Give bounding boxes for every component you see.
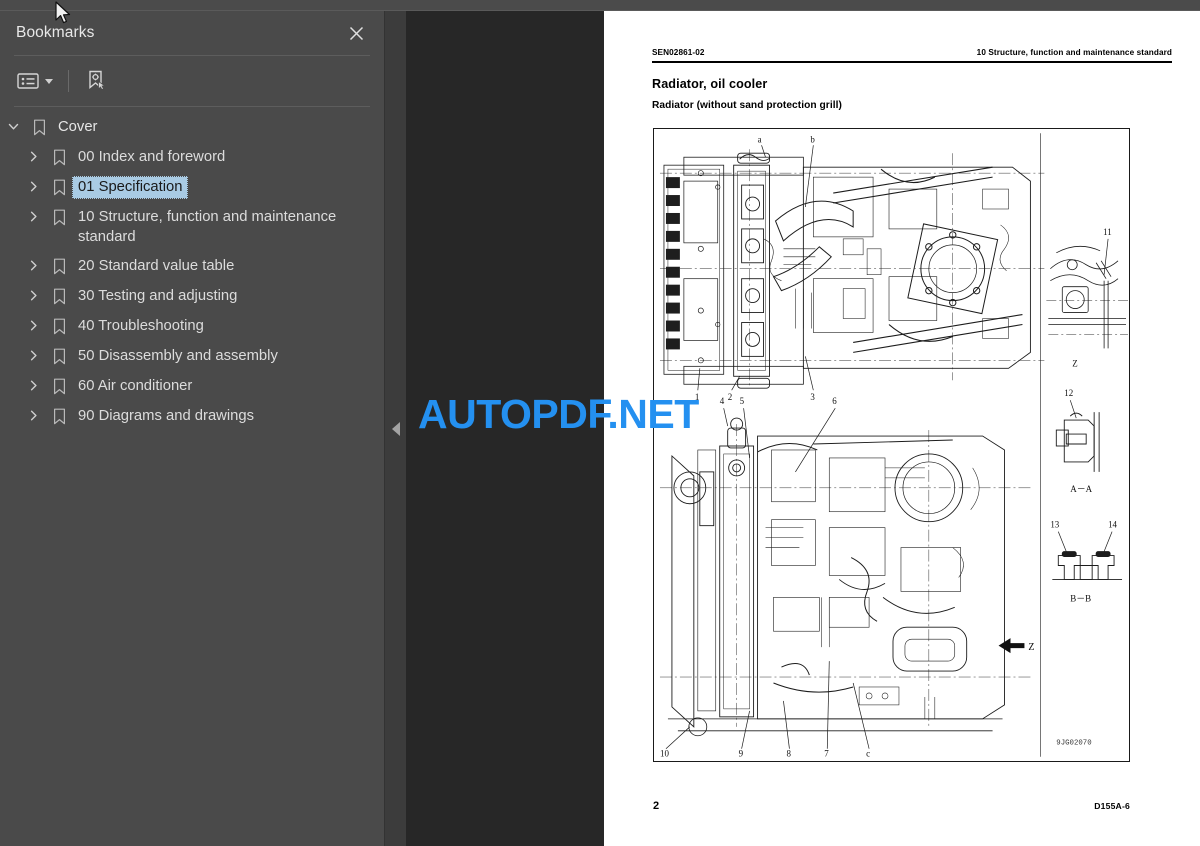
bookmark-item[interactable]: 90 Diagrams and drawings	[0, 402, 384, 432]
svg-text:2: 2	[728, 392, 732, 402]
svg-text:B－B: B－B	[1070, 593, 1091, 603]
bookmarks-panel: Bookmarks Cover 00 Index and foreword 01…	[0, 11, 384, 846]
header-rule	[652, 61, 1172, 63]
bookmark-settings-icon	[89, 70, 106, 91]
svg-text:4: 4	[720, 396, 725, 406]
svg-text:9: 9	[739, 749, 744, 759]
technical-figure: a b 1 2 3 11 Z 12 A－A 13 14 B－B 4 5 6 10…	[653, 128, 1130, 762]
bookmark-item[interactable]: 10 Structure, function and maintenance s…	[0, 203, 384, 252]
chevron-right-icon[interactable]	[20, 206, 46, 223]
toolbar-separator	[68, 70, 69, 92]
chevron-right-icon[interactable]	[20, 345, 46, 362]
bookmark-label: Cover	[58, 119, 98, 135]
svg-text:c: c	[866, 749, 870, 759]
svg-text:11: 11	[1103, 227, 1112, 237]
svg-text:1: 1	[695, 392, 699, 402]
list-options-icon	[17, 73, 39, 89]
bookmark-item[interactable]: 60 Air conditioner	[0, 372, 384, 402]
bookmark-settings-button[interactable]	[82, 66, 112, 96]
svg-text:3: 3	[810, 392, 815, 402]
bookmark-icon	[46, 146, 72, 166]
svg-text:8: 8	[786, 749, 791, 759]
bookmark-label: 00 Index and foreword	[78, 149, 226, 165]
collapse-left-icon[interactable]	[391, 421, 400, 436]
svg-text:14: 14	[1108, 520, 1117, 530]
svg-text:12: 12	[1064, 388, 1073, 398]
chevron-down-icon[interactable]	[0, 116, 26, 133]
bookmark-item[interactable]: 01 Specification	[0, 173, 384, 203]
chevron-down-icon	[45, 78, 53, 84]
chevron-right-icon[interactable]	[20, 146, 46, 163]
bookmark-icon	[46, 345, 72, 365]
top-toolbar-strip	[0, 0, 1200, 11]
svg-text:Z: Z	[1028, 642, 1034, 653]
svg-text:Z: Z	[1072, 358, 1077, 368]
chevron-right-icon[interactable]	[20, 315, 46, 332]
header-document-code: SEN02861-02	[652, 48, 705, 57]
chevron-right-icon[interactable]	[20, 405, 46, 422]
svg-text:13: 13	[1050, 520, 1059, 530]
svg-text:5: 5	[740, 396, 745, 406]
page-subtitle: Radiator (without sand protection grill)	[652, 99, 842, 111]
bookmark-label: 20 Standard value table	[78, 258, 235, 274]
bookmark-tree: Cover 00 Index and foreword 01 Specificati…	[0, 107, 384, 432]
page-title: Radiator, oil cooler	[652, 76, 768, 91]
bookmark-icon	[46, 315, 72, 335]
bookmark-label: 90 Diagrams and drawings	[78, 408, 255, 424]
bookmark-item[interactable]: 00 Index and foreword	[0, 143, 384, 173]
bookmark-icon	[46, 176, 72, 196]
bookmark-item[interactable]: Cover	[0, 113, 384, 143]
svg-text:a: a	[758, 134, 762, 144]
bookmark-item[interactable]: 20 Standard value table	[0, 252, 384, 282]
panel-divider[interactable]	[384, 11, 406, 846]
bookmarks-toolbar	[0, 56, 384, 106]
radiator-oil-cooler-drawing: a b 1 2 3 11 Z 12 A－A 13 14 B－B 4 5 6 10…	[659, 133, 1129, 759]
svg-text:7: 7	[824, 749, 829, 759]
bookmark-item[interactable]: 50 Disassembly and assembly	[0, 342, 384, 372]
svg-text:10: 10	[660, 749, 669, 759]
bookmark-item[interactable]: 30 Testing and adjusting	[0, 282, 384, 312]
svg-text:6: 6	[832, 396, 837, 406]
bookmark-icon	[46, 405, 72, 425]
bookmark-label: 40 Troubleshooting	[78, 318, 204, 334]
drawing-id: 9JG02070	[1056, 740, 1091, 748]
chevron-right-icon[interactable]	[20, 176, 46, 193]
svg-text:b: b	[810, 134, 815, 144]
bookmark-label: 50 Disassembly and assembly	[78, 348, 278, 364]
close-icon	[349, 26, 363, 40]
pdf-viewer-window: Bookmarks Cover 00 Index and foreword 01…	[0, 0, 1200, 846]
bookmark-label: 30 Testing and adjusting	[78, 288, 238, 304]
page-number: 2	[653, 800, 660, 812]
bookmark-icon	[46, 285, 72, 305]
model-code: D155A-6	[1094, 801, 1130, 811]
bookmark-icon	[46, 255, 72, 275]
header-section-title: 10 Structure, function and maintenance s…	[976, 48, 1172, 57]
bookmark-icon	[46, 375, 72, 395]
bookmark-label: 60 Air conditioner	[78, 378, 193, 394]
bookmark-icon	[46, 206, 72, 226]
bookmark-icon	[26, 116, 52, 136]
svg-text:A－A: A－A	[1070, 484, 1092, 494]
chevron-right-icon[interactable]	[20, 285, 46, 302]
chevron-right-icon[interactable]	[20, 255, 46, 272]
page-footer: 2 D155A-6	[653, 800, 1130, 812]
bookmark-label: 01 Specification	[72, 176, 189, 199]
bookmark-item[interactable]: 40 Troubleshooting	[0, 312, 384, 342]
list-options-button[interactable]	[14, 66, 56, 96]
section-arrow: Z	[998, 638, 1035, 653]
close-panel-button[interactable]	[342, 19, 370, 47]
chevron-right-icon[interactable]	[20, 375, 46, 392]
bookmarks-header: Bookmarks	[0, 11, 384, 55]
page-text-block: SEN02861-02 10 Structure, function and m…	[652, 48, 1172, 111]
bookmark-label: 10 Structure, function and maintenance s…	[78, 209, 337, 245]
page-header: SEN02861-02 10 Structure, function and m…	[652, 48, 1172, 57]
panel-title: Bookmarks	[16, 24, 95, 41]
